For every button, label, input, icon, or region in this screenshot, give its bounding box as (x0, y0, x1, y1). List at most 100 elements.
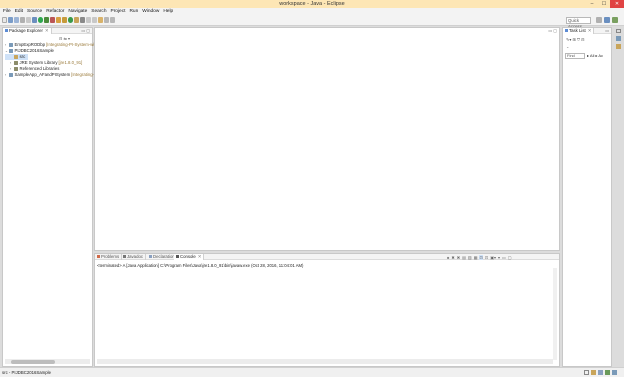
tab-label: Console (180, 254, 196, 259)
restore-icon[interactable] (616, 29, 621, 33)
forward-icon[interactable] (110, 17, 115, 23)
java-perspective-icon[interactable] (604, 17, 610, 23)
tab-package-explorer[interactable]: Package Explorer ✕ (3, 28, 52, 34)
minimize-button[interactable]: – (586, 0, 598, 8)
source-folder-icon (14, 55, 18, 59)
collapse-all-icon[interactable]: ⊟ (581, 37, 584, 42)
package-explorer-view: Package Explorer ✕ ▭ ▢ ⊟ ⇆ ▾ › EmpExpRODb… (2, 27, 98, 367)
word-wrap-icon[interactable]: ▦ (474, 255, 478, 260)
pin-console-icon[interactable]: ⊡ (479, 255, 483, 260)
menu-project[interactable]: Project (111, 9, 126, 14)
new-icon[interactable] (2, 17, 7, 23)
maximize-button[interactable]: ☐ (598, 0, 610, 8)
editor-area[interactable]: ▭ ▢ (94, 27, 560, 251)
view-minmax-controls[interactable]: ▭ ▢ (81, 28, 90, 34)
menu-edit[interactable]: Edit (15, 9, 23, 14)
scrollbar-thumb[interactable] (11, 359, 55, 364)
remove-all-icon[interactable]: ✖ (457, 255, 460, 260)
package-explorer-icon (5, 29, 8, 33)
debug-perspective-icon[interactable] (612, 17, 618, 23)
prev-annotation-icon[interactable] (92, 17, 97, 23)
find-input[interactable]: Find (565, 53, 585, 59)
declaration-icon[interactable] (605, 370, 610, 375)
filter-icon[interactable]: ⛉ (577, 37, 580, 42)
toolbar-icons (2, 17, 115, 23)
project-icon (9, 49, 13, 53)
new-task-icon[interactable]: ✎▾ (566, 37, 571, 42)
tab-label: Javadoc (127, 254, 144, 259)
run-icon[interactable] (38, 17, 43, 23)
new-java-project-icon[interactable] (56, 17, 61, 23)
menu-window[interactable]: Window (142, 9, 159, 14)
print-icon[interactable] (20, 17, 25, 23)
close-icon[interactable]: ✕ (45, 28, 49, 33)
project-tree: › EmpExpRODbp [Integrating-PI-System-wit… (5, 42, 98, 78)
new-class-icon[interactable] (68, 17, 73, 23)
skip-breakpoints-icon[interactable] (26, 17, 31, 23)
remove-launch-icon[interactable]: ✖ (451, 255, 454, 260)
save-all-icon[interactable] (14, 17, 19, 23)
horizontal-scrollbar[interactable] (97, 359, 553, 364)
filter-all-link[interactable]: All (590, 53, 594, 58)
view-minmax-controls[interactable]: ▭ (605, 28, 609, 34)
horizontal-scrollbar[interactable] (5, 359, 90, 364)
link-with-editor-icon[interactable]: ⇆ (63, 36, 66, 41)
maximize-icon[interactable]: ▢ (508, 255, 512, 260)
window-titlebar: workspace - Java - Eclipse – ☐ ✕ (0, 0, 624, 8)
status-bar: src - PIJDBC2016Sample (0, 367, 624, 377)
minimize-icon[interactable]: ▭ (502, 255, 506, 260)
clear-console-icon[interactable]: ▤ (462, 255, 466, 260)
last-edit-icon[interactable] (98, 17, 103, 23)
display-console-icon[interactable]: ⊡ (485, 255, 488, 260)
external-tools-icon[interactable] (50, 17, 55, 23)
tab-task-list[interactable]: Task List ✕ (563, 28, 595, 34)
activate-icon[interactable]: ▸ (587, 53, 589, 58)
editor-minmax-controls[interactable]: ▭ ▢ (548, 28, 557, 34)
menu-run[interactable]: Run (129, 9, 138, 14)
collapse-all-icon[interactable]: ⊟ (59, 36, 62, 41)
categorize-icon[interactable]: ⊞ (572, 37, 575, 42)
filter-activate-link[interactable]: Ac (598, 53, 603, 58)
javadoc-icon[interactable] (598, 370, 603, 375)
coverage-icon[interactable] (44, 17, 49, 23)
close-button[interactable]: ✕ (610, 0, 624, 8)
view-menu-icon[interactable]: ▾ (68, 36, 70, 41)
tab-javadoc[interactable]: Javadoc (121, 254, 147, 260)
scroll-lock-icon[interactable]: ▥ (468, 255, 472, 260)
menu-source[interactable]: Source (27, 9, 42, 14)
outline-icon[interactable] (616, 36, 621, 41)
tab-label: Problems (101, 254, 120, 259)
task-list-expand-icon[interactable]: ⌄ (566, 44, 569, 49)
save-icon[interactable] (8, 17, 13, 23)
trim-stack (614, 27, 623, 57)
debug-icon[interactable] (32, 17, 37, 23)
vertical-scrollbar[interactable] (553, 268, 557, 360)
task-list-tab-label: Task List (569, 28, 586, 33)
menu-navigate[interactable]: Navigate (68, 9, 87, 14)
tab-console[interactable]: Console ✕ (174, 254, 205, 260)
quick-access-input[interactable]: Quick Access (566, 16, 591, 29)
problems-icon[interactable] (591, 370, 596, 375)
back-icon[interactable] (104, 17, 109, 23)
tree-item-project[interactable]: › SampleApp_AFandPISystem [Integrating-P… (5, 72, 98, 78)
task-icon[interactable] (616, 44, 621, 49)
tab-problems[interactable]: Problems (95, 254, 123, 260)
menu-file[interactable]: File (3, 9, 11, 14)
menu-refactor[interactable]: Refactor (46, 9, 64, 14)
open-console-icon[interactable]: ▣▾ (490, 255, 496, 260)
fast-view-icon[interactable] (584, 370, 589, 375)
menu-help[interactable]: Help (163, 9, 173, 14)
open-type-icon[interactable] (74, 17, 79, 23)
close-icon[interactable]: ✕ (198, 254, 202, 259)
close-icon[interactable]: ✕ (588, 28, 592, 33)
new-package-icon[interactable] (62, 17, 67, 23)
menu-search[interactable]: Search (91, 9, 106, 14)
bottom-panel: Problems Javadoc Declaration Console ✕ ■ … (94, 253, 560, 367)
tree-item-decoration: [jre1.8.0_91] (58, 60, 83, 65)
console-icon[interactable] (612, 370, 617, 375)
open-perspective-icon[interactable] (596, 17, 602, 23)
terminate-icon[interactable]: ■ (447, 255, 449, 260)
next-annotation-icon[interactable] (86, 17, 91, 23)
search-icon[interactable] (80, 17, 85, 23)
view-menu-icon[interactable]: ▾ (498, 255, 500, 260)
